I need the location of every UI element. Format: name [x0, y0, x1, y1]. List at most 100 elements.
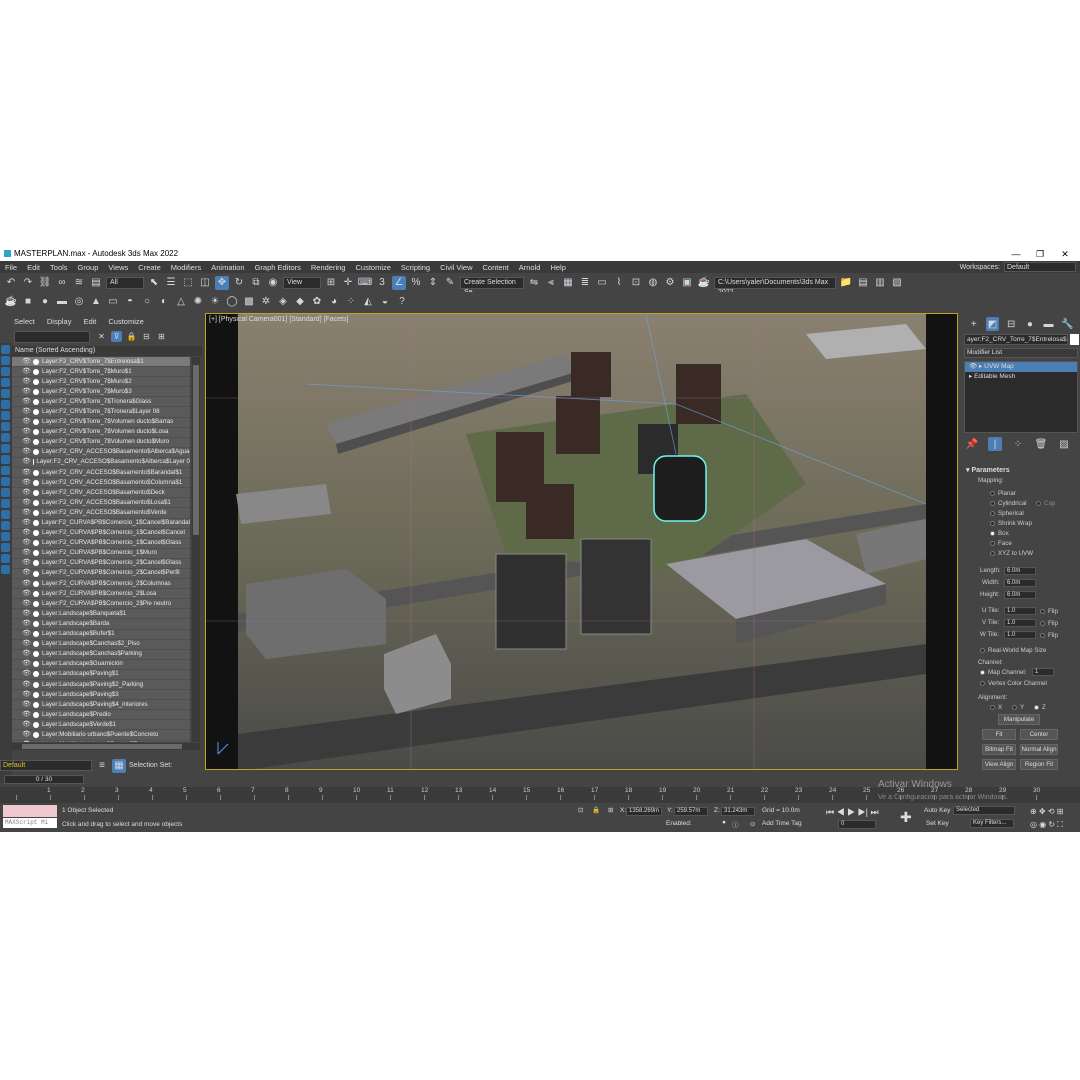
tube-icon[interactable]: ○ [140, 294, 154, 308]
renderable-toggle-icon[interactable] [33, 580, 39, 587]
viewport-navigation-icons[interactable]: ⊕ ✥ ⟲ ⊞ [1030, 807, 1063, 816]
add-time-tag[interactable]: Add Time Tag [762, 820, 802, 827]
visibility-eye-icon[interactable]: 👁 [22, 659, 31, 669]
menu-arnold[interactable]: Arnold [514, 263, 546, 272]
key-set-select[interactable]: Selected [953, 806, 1015, 815]
edit-named-selection-icon[interactable]: ✎ [443, 276, 457, 290]
y-coordinate-field[interactable]: 259.57m [674, 807, 708, 816]
rendered-frame-icon[interactable]: ▣ [680, 276, 694, 290]
enabled-toggle-icon[interactable]: ● [722, 819, 726, 826]
arnold-ipr-icon[interactable]: ◆ [293, 294, 307, 308]
project-path-select[interactable]: C:\Users\yaler\Documents\3ds Max 2022 [714, 276, 836, 296]
display-dependents-icon[interactable] [1, 521, 10, 530]
percent-snap-icon[interactable]: % [409, 276, 423, 290]
layers-icon[interactable]: ▤ [89, 276, 103, 290]
modify-tab-icon[interactable]: ◩ [985, 317, 1000, 331]
align-z-radio[interactable]: Z [1034, 704, 1046, 711]
renderable-toggle-icon[interactable] [33, 691, 39, 698]
toggle-scene-explorer-icon[interactable]: ▦ [561, 276, 575, 290]
length-spinner[interactable]: 6.0m [1004, 567, 1036, 575]
select-manipulate-icon[interactable]: ✛ [341, 276, 355, 290]
selected-tower[interactable] [653, 455, 707, 522]
menu-views[interactable]: Views [103, 263, 133, 272]
renderable-toggle-icon[interactable] [33, 600, 39, 607]
renderable-toggle-icon[interactable] [33, 651, 39, 658]
folder-icon[interactable] [1, 565, 10, 574]
light-icon[interactable]: ✺ [191, 294, 205, 308]
display-helpers-icon[interactable] [1, 400, 10, 409]
explorer-menu-select[interactable]: Select [14, 317, 35, 326]
renderable-toggle-icon[interactable] [33, 429, 39, 436]
manipulate-button[interactable]: Manipulate [998, 714, 1040, 725]
explorer-row[interactable]: 👁 Layer:Landscape$Guarnición [12, 660, 190, 670]
explorer-row[interactable]: 👁 Layer:Landscape$Barda [12, 619, 190, 630]
rotate-icon[interactable]: ↻ [232, 276, 246, 290]
placement-icon[interactable]: ◉ [266, 276, 280, 290]
display-cameras-icon[interactable] [1, 389, 10, 398]
visibility-eye-icon[interactable]: 👁 [22, 619, 31, 629]
teapot-icon[interactable]: ☕ [4, 294, 18, 308]
normal-align-button[interactable]: Normal Align [1020, 744, 1058, 755]
unlink-icon[interactable]: ∞ [55, 276, 69, 290]
explorer-row[interactable]: 👁 Layer:F2_CRV$Torre_7$Muro$2 [12, 377, 190, 388]
visibility-eye-icon[interactable]: 👁 [22, 710, 31, 720]
visibility-eye-icon[interactable]: 👁 [22, 599, 31, 609]
display-none-icon[interactable] [1, 345, 10, 354]
visibility-eye-icon[interactable]: 👁 [22, 538, 31, 548]
menu-graph-editors[interactable]: Graph Editors [250, 263, 306, 272]
explorer-row[interactable]: 👁 Layer:Landscape$Verde$1 [12, 720, 190, 731]
filter-icon[interactable]: ⊽ [111, 331, 122, 342]
close-button[interactable]: ✕ [1053, 247, 1077, 261]
explorer-row[interactable]: 👁 Layer:F2_CRV_ACCESO$Basamento$Verde [12, 508, 190, 519]
renderable-toggle-icon[interactable] [33, 631, 39, 638]
utilities-tab-icon[interactable]: 🔧 [1060, 317, 1074, 331]
explorer-row[interactable]: 👁 Layer:Mobiliario urbano$Puente$Concreto [12, 730, 190, 741]
renderable-toggle-icon[interactable] [33, 398, 39, 405]
visibility-eye-icon[interactable]: 👁 [22, 387, 31, 397]
renderable-toggle-icon[interactable] [33, 721, 39, 728]
renderable-toggle-icon[interactable] [33, 449, 39, 456]
arnold-logo-icon[interactable]: ◭ [361, 294, 375, 308]
stack-item-editable-mesh[interactable]: ▸ Editable Mesh [965, 372, 1077, 382]
show-end-result-icon[interactable]: | [988, 437, 1002, 451]
display-xrefs-icon[interactable] [1, 433, 10, 442]
real-world-checkbox[interactable]: Real-World Map Size [980, 647, 1046, 654]
current-layer-select[interactable]: Default [0, 760, 92, 771]
sphere-icon[interactable]: ● [38, 294, 52, 308]
w-flip-checkbox[interactable]: Flip [1040, 632, 1058, 639]
visibility-eye-icon[interactable]: 👁 [22, 447, 31, 457]
renderable-toggle-icon[interactable] [33, 469, 39, 476]
menu-tools[interactable]: Tools [45, 263, 73, 272]
arnold-light-icon[interactable]: ◒ [378, 294, 392, 308]
renderable-toggle-icon[interactable] [33, 711, 39, 718]
explorer-row[interactable]: 👁 Layer:F2_CRV$Torre_7$Volumen ducto$Barr… [12, 418, 190, 428]
visibility-eye-icon[interactable]: 👁 [22, 397, 31, 407]
display-groups-icon[interactable] [1, 422, 10, 431]
explorer-menu-edit[interactable]: Edit [83, 317, 96, 326]
menu-animation[interactable]: Animation [206, 263, 249, 272]
auto-key-button[interactable]: Auto Key [924, 807, 950, 814]
parameters-title[interactable]: ▾ Parameters [964, 466, 1078, 474]
explorer-row[interactable]: 👁 Layer:Landscape$Bufer$1 [12, 630, 190, 640]
checker-icon[interactable]: ▩ [242, 294, 256, 308]
display-all-icon[interactable] [1, 488, 10, 497]
display-frozen-icon[interactable] [1, 466, 10, 475]
object-color-swatch[interactable] [1070, 334, 1079, 345]
visibility-eye-icon[interactable]: 👁 [22, 579, 31, 589]
renderable-toggle-icon[interactable] [33, 530, 39, 537]
sun-icon[interactable]: ☀ [208, 294, 222, 308]
configure-sets-icon[interactable]: ▨ [1057, 437, 1071, 451]
vertex-color-radio[interactable]: Vertex Color Channel [980, 680, 1047, 687]
ribbon-icon[interactable]: ▭ [595, 276, 609, 290]
cylinder-icon[interactable]: ▬ [55, 294, 69, 308]
renderable-toggle-icon[interactable] [33, 439, 39, 446]
window-crossing-icon[interactable]: ◫ [198, 276, 212, 290]
w-tile-spinner[interactable]: 1.0 [1004, 631, 1036, 639]
z-coordinate-field[interactable]: 31.243m [721, 807, 755, 816]
color-swatch-icon[interactable]: ⁘ [344, 294, 358, 308]
renderable-toggle-icon[interactable] [33, 590, 39, 597]
display-geometry-icon[interactable] [1, 356, 10, 365]
menu-scripting[interactable]: Scripting [396, 263, 435, 272]
torus-icon[interactable]: ◎ [72, 294, 86, 308]
renderable-toggle-icon[interactable] [33, 620, 39, 627]
